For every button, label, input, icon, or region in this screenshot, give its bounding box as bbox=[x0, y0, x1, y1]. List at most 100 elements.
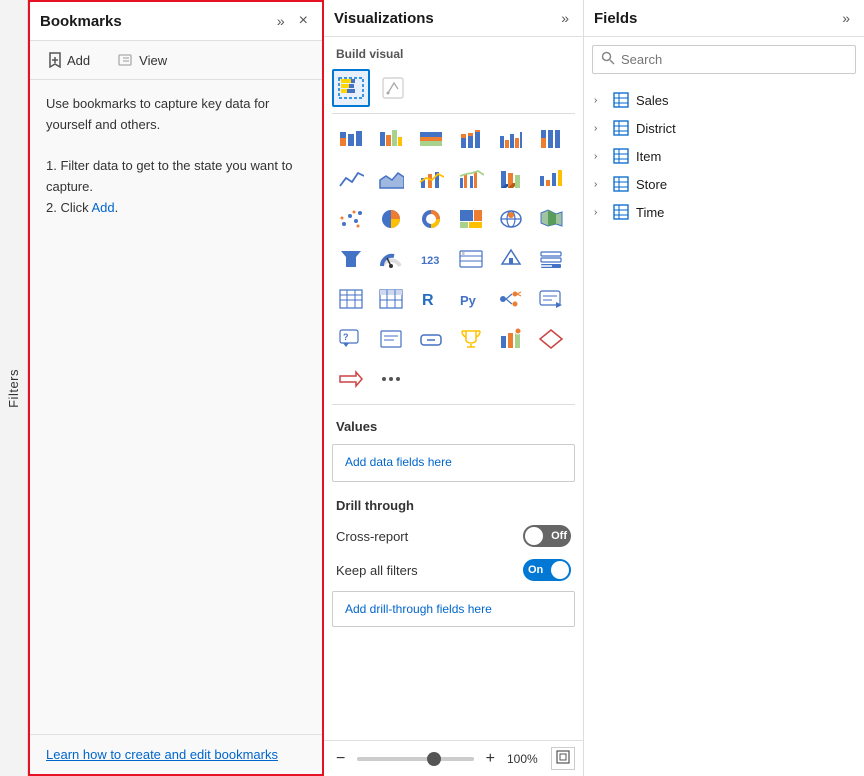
viz-expand-btn[interactable]: » bbox=[557, 8, 573, 28]
viz-icon-treemap[interactable] bbox=[452, 200, 490, 238]
viz-icon-line-stacked[interactable] bbox=[412, 160, 450, 198]
search-icon bbox=[601, 51, 615, 68]
item-table-icon bbox=[612, 147, 630, 165]
viz-icon-table-viz[interactable] bbox=[332, 280, 370, 318]
cross-report-label: Cross-report bbox=[336, 529, 408, 544]
viz-icon-slicer[interactable] bbox=[532, 240, 570, 278]
viz-icon-matrix[interactable] bbox=[372, 280, 410, 318]
viz-icon-pie[interactable] bbox=[372, 200, 410, 238]
viz-icon-multirow-card[interactable]: ≡ bbox=[452, 240, 490, 278]
viz-icons-grid: 123 ≡ bbox=[332, 120, 575, 398]
viz-icon-text-box[interactable] bbox=[372, 320, 410, 358]
bookmarks-view-btn[interactable]: View bbox=[112, 50, 173, 71]
zoom-slider[interactable] bbox=[357, 757, 473, 761]
svg-text:≡: ≡ bbox=[462, 251, 465, 257]
fields-list: › Sales › bbox=[584, 82, 864, 776]
viz-icon-funnel[interactable] bbox=[332, 240, 370, 278]
values-label: Values bbox=[332, 411, 575, 440]
zoom-plus-btn[interactable]: + bbox=[482, 750, 499, 768]
sales-chevron-icon: › bbox=[594, 95, 606, 106]
bookmarks-help-link[interactable]: Learn how to create and edit bookmarks bbox=[46, 747, 278, 762]
field-item-item[interactable]: › Item bbox=[584, 142, 864, 170]
keep-filters-text: On bbox=[528, 564, 543, 576]
viz-icon-bar-custom[interactable] bbox=[492, 320, 530, 358]
zoom-fit-btn[interactable] bbox=[551, 747, 575, 770]
viz-icon-write[interactable] bbox=[374, 69, 412, 107]
bookmarks-close-btn[interactable]: × bbox=[295, 10, 312, 32]
keep-filters-knob bbox=[551, 561, 569, 579]
cross-report-knob bbox=[525, 527, 543, 545]
time-chevron-icon: › bbox=[594, 207, 606, 218]
viz-icon-r-script[interactable]: R bbox=[412, 280, 450, 318]
field-label-store: Store bbox=[636, 177, 667, 192]
cross-report-row: Cross-report Off bbox=[332, 519, 575, 553]
search-box bbox=[592, 45, 856, 74]
viz-icon-gauge[interactable] bbox=[372, 240, 410, 278]
viz-icon-stacked-bar-active[interactable] bbox=[332, 69, 370, 107]
viz-icon-qa[interactable]: ? bbox=[332, 320, 370, 358]
viz-icon-decomp-tree[interactable] bbox=[492, 280, 530, 318]
field-label-district: District bbox=[636, 121, 676, 136]
viz-icon-map[interactable] bbox=[492, 200, 530, 238]
viz-divider-values bbox=[332, 404, 575, 405]
viz-icon-col[interactable] bbox=[452, 120, 490, 158]
bookmarks-panel: Bookmarks » × Add bbox=[28, 0, 324, 776]
bookmarks-expand-btn[interactable]: » bbox=[273, 11, 289, 31]
viz-icon-100col[interactable] bbox=[532, 120, 570, 158]
viz-icon-smart-narrative[interactable] bbox=[532, 280, 570, 318]
bookmarks-header: Bookmarks » × bbox=[30, 2, 322, 41]
viz-icon-python[interactable]: Py bbox=[452, 280, 490, 318]
values-drop-zone[interactable]: Add data fields here bbox=[332, 444, 575, 482]
keep-filters-toggle[interactable]: On bbox=[523, 559, 571, 581]
district-table-icon bbox=[612, 119, 630, 137]
viz-icon-ribbon[interactable] bbox=[492, 160, 530, 198]
zoom-thumb[interactable] bbox=[427, 752, 441, 766]
desc-add-link[interactable]: Add bbox=[92, 200, 115, 215]
field-item-time[interactable]: › Time bbox=[584, 198, 864, 226]
fields-expand-btn[interactable]: » bbox=[838, 8, 854, 28]
viz-icon-trophy[interactable] bbox=[452, 320, 490, 358]
store-chevron-icon: › bbox=[594, 179, 606, 190]
viz-icon-area[interactable] bbox=[372, 160, 410, 198]
viz-divider-top bbox=[332, 113, 575, 114]
viz-icon-kpi[interactable] bbox=[492, 240, 530, 278]
desc-line2: 1. Filter data to get to the state you w… bbox=[46, 158, 292, 194]
search-input[interactable] bbox=[621, 52, 847, 67]
bookmarks-footer: Learn how to create and edit bookmarks bbox=[30, 734, 322, 774]
viz-icon-donut[interactable] bbox=[412, 200, 450, 238]
write-viz-svg bbox=[380, 75, 406, 101]
drill-through-section: Drill through Cross-report Off Keep all … bbox=[332, 492, 575, 627]
bookmarks-add-btn[interactable]: Add bbox=[42, 49, 96, 71]
field-item-district[interactable]: › District bbox=[584, 114, 864, 142]
add-label: Add bbox=[67, 53, 90, 68]
zoom-minus-btn[interactable]: − bbox=[332, 750, 349, 768]
viz-footer: − + 100% bbox=[324, 740, 583, 776]
zoom-track bbox=[357, 757, 473, 761]
viz-icon-scatter[interactable] bbox=[332, 200, 370, 238]
fields-panel: Fields » › bbox=[584, 0, 864, 776]
viz-icon-clustered-col[interactable] bbox=[492, 120, 530, 158]
district-chevron-icon: › bbox=[594, 123, 606, 134]
viz-icon-line[interactable] bbox=[332, 160, 370, 198]
viz-icon-waterfall[interactable] bbox=[532, 160, 570, 198]
svg-text:R: R bbox=[422, 292, 434, 309]
field-label-time: Time bbox=[636, 205, 664, 220]
viz-icon-stacked-bar[interactable] bbox=[332, 120, 370, 158]
viz-icon-button[interactable] bbox=[412, 320, 450, 358]
viz-icon-100bar[interactable] bbox=[412, 120, 450, 158]
viz-icon-filled-map[interactable] bbox=[532, 200, 570, 238]
field-item-store[interactable]: › Store bbox=[584, 170, 864, 198]
viz-header: Visualizations » bbox=[324, 0, 583, 37]
viz-icon-arrow[interactable] bbox=[332, 360, 370, 398]
viz-icon-more[interactable] bbox=[372, 360, 410, 398]
field-item-sales[interactable]: › Sales bbox=[584, 86, 864, 114]
time-table-icon bbox=[612, 203, 630, 221]
viz-icon-diamond[interactable] bbox=[532, 320, 570, 358]
viz-icon-card[interactable]: 123 bbox=[412, 240, 450, 278]
drill-drop-zone[interactable]: Add drill-through fields here bbox=[332, 591, 575, 627]
viz-icon-clustered-bar[interactable] bbox=[372, 120, 410, 158]
viz-icon-line-clustered[interactable] bbox=[452, 160, 490, 198]
main-container: Filters Bookmarks » × Add bbox=[0, 0, 864, 776]
cross-report-toggle[interactable]: Off bbox=[523, 525, 571, 547]
bookmarks-title: Bookmarks bbox=[40, 13, 273, 30]
